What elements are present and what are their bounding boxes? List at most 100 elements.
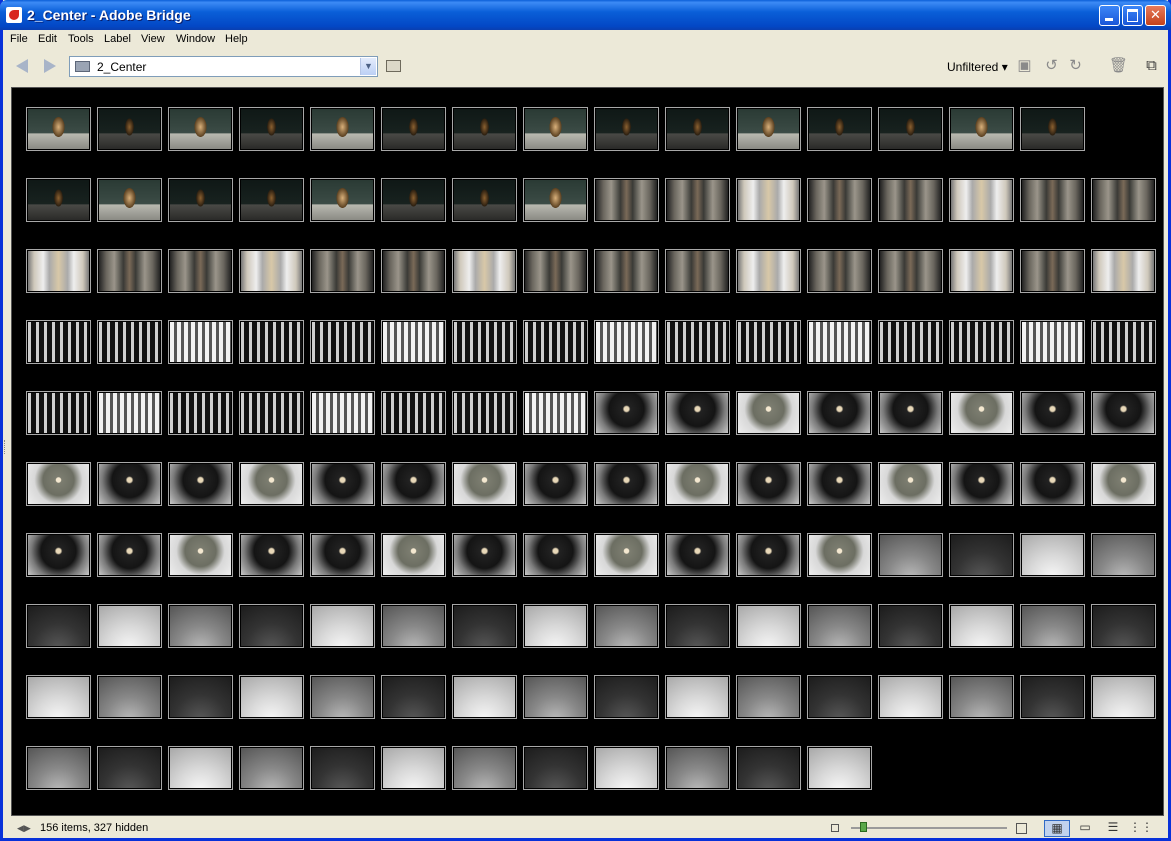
thumbnail[interactable]: [239, 675, 304, 719]
thumbnail[interactable]: [523, 249, 588, 293]
thumbnail[interactable]: [168, 533, 233, 577]
compact-mode-icon[interactable]: ⧉: [1143, 58, 1160, 74]
thumbnail[interactable]: [168, 462, 233, 506]
thumbnail[interactable]: [523, 533, 588, 577]
thumbnail[interactable]: [949, 249, 1014, 293]
thumbnail[interactable]: [239, 178, 304, 222]
menu-edit[interactable]: Edit: [38, 33, 57, 45]
thumbnail[interactable]: [381, 675, 446, 719]
slider-handle[interactable]: [860, 822, 867, 832]
thumbnail[interactable]: [26, 533, 91, 577]
thumbnail[interactable]: [26, 249, 91, 293]
thumbnail[interactable]: [168, 178, 233, 222]
thumbnail[interactable]: [523, 675, 588, 719]
thumbnail[interactable]: [594, 249, 659, 293]
thumbnail[interactable]: [878, 391, 943, 435]
thumbnail[interactable]: [452, 107, 517, 151]
thumbnail[interactable]: [26, 746, 91, 790]
menu-view[interactable]: View: [141, 33, 165, 45]
thumbnail[interactable]: [1020, 604, 1085, 648]
minimize-button[interactable]: [1099, 5, 1120, 26]
new-folder-icon[interactable]: ▣: [1016, 58, 1033, 74]
thumbnail[interactable]: [26, 604, 91, 648]
thumbnail[interactable]: [452, 746, 517, 790]
thumbnail[interactable]: [381, 178, 446, 222]
thumbnail[interactable]: [1091, 320, 1156, 364]
thumbnail[interactable]: [523, 604, 588, 648]
title-bar[interactable]: 2_Center - Adobe Bridge ✕: [0, 0, 1171, 30]
thumbnail[interactable]: [665, 320, 730, 364]
thumbnail[interactable]: [381, 746, 446, 790]
thumbnail[interactable]: [239, 604, 304, 648]
thumbnail[interactable]: [736, 604, 801, 648]
thumbnail[interactable]: [878, 604, 943, 648]
thumbnail[interactable]: [26, 320, 91, 364]
thumbnail[interactable]: [665, 746, 730, 790]
thumbnail[interactable]: [168, 391, 233, 435]
thumbnail[interactable]: [665, 604, 730, 648]
thumbnail[interactable]: [452, 462, 517, 506]
thumbnail[interactable]: [807, 675, 872, 719]
thumbnail[interactable]: [878, 675, 943, 719]
thumbnail[interactable]: [310, 533, 375, 577]
panel-grip[interactable]: [4, 440, 9, 454]
thumbnail[interactable]: [523, 107, 588, 151]
thumbnail[interactable]: [452, 533, 517, 577]
thumbnail[interactable]: [665, 249, 730, 293]
thumbnail[interactable]: [310, 604, 375, 648]
filmstrip-view-button[interactable]: ▭: [1073, 820, 1097, 835]
thumbnail[interactable]: [1020, 107, 1085, 151]
thumbnail[interactable]: [26, 391, 91, 435]
thumbnail[interactable]: [310, 675, 375, 719]
thumbnail[interactable]: [523, 462, 588, 506]
thumbnail[interactable]: [310, 746, 375, 790]
thumbnail[interactable]: [807, 107, 872, 151]
thumbnail[interactable]: [949, 462, 1014, 506]
thumbnail[interactable]: [523, 178, 588, 222]
thumbnail[interactable]: [736, 746, 801, 790]
thumbnail[interactable]: [736, 178, 801, 222]
thumbnail[interactable]: [381, 533, 446, 577]
thumbnail[interactable]: [523, 320, 588, 364]
thumbnail[interactable]: [807, 178, 872, 222]
thumbnail[interactable]: [949, 675, 1014, 719]
thumbnail[interactable]: [1091, 249, 1156, 293]
thumbnail[interactable]: [807, 249, 872, 293]
thumbnail[interactable]: [665, 107, 730, 151]
thumbnail[interactable]: [807, 533, 872, 577]
thumbnail[interactable]: [1091, 675, 1156, 719]
thumbnail[interactable]: [665, 178, 730, 222]
thumbnail[interactable]: [97, 746, 162, 790]
thumbnail[interactable]: [736, 675, 801, 719]
thumbnail[interactable]: [381, 107, 446, 151]
thumbnail[interactable]: [97, 604, 162, 648]
thumbnail[interactable]: [381, 462, 446, 506]
thumbnail[interactable]: [1091, 178, 1156, 222]
thumbnail[interactable]: [665, 391, 730, 435]
thumbnail[interactable]: [381, 249, 446, 293]
thumbnail[interactable]: [1020, 462, 1085, 506]
thumbnail[interactable]: [168, 249, 233, 293]
menu-label[interactable]: Label: [104, 33, 131, 45]
thumbnail[interactable]: [736, 533, 801, 577]
filter-menu[interactable]: Unfiltered ▾: [947, 60, 1008, 74]
rotate-right-icon[interactable]: ↻: [1067, 58, 1084, 74]
thumbnail[interactable]: [310, 249, 375, 293]
thumbnail[interactable]: [26, 178, 91, 222]
menu-file[interactable]: File: [10, 33, 28, 45]
thumbnail[interactable]: [97, 533, 162, 577]
thumbnail[interactable]: [1020, 391, 1085, 435]
thumbnail[interactable]: [168, 107, 233, 151]
thumbnail[interactable]: [594, 107, 659, 151]
thumbnail[interactable]: [452, 391, 517, 435]
panel-toggle-icon[interactable]: ◀▶: [17, 823, 31, 834]
trash-icon[interactable]: 🗑: [1109, 58, 1128, 74]
thumbnail[interactable]: [452, 178, 517, 222]
thumbnail[interactable]: [594, 604, 659, 648]
thumbnail[interactable]: [452, 320, 517, 364]
chevron-down-icon[interactable]: ▼: [360, 58, 376, 75]
thumbnail[interactable]: [239, 533, 304, 577]
thumbnail[interactable]: [523, 391, 588, 435]
thumbnail[interactable]: [665, 462, 730, 506]
thumbnail[interactable]: [949, 107, 1014, 151]
